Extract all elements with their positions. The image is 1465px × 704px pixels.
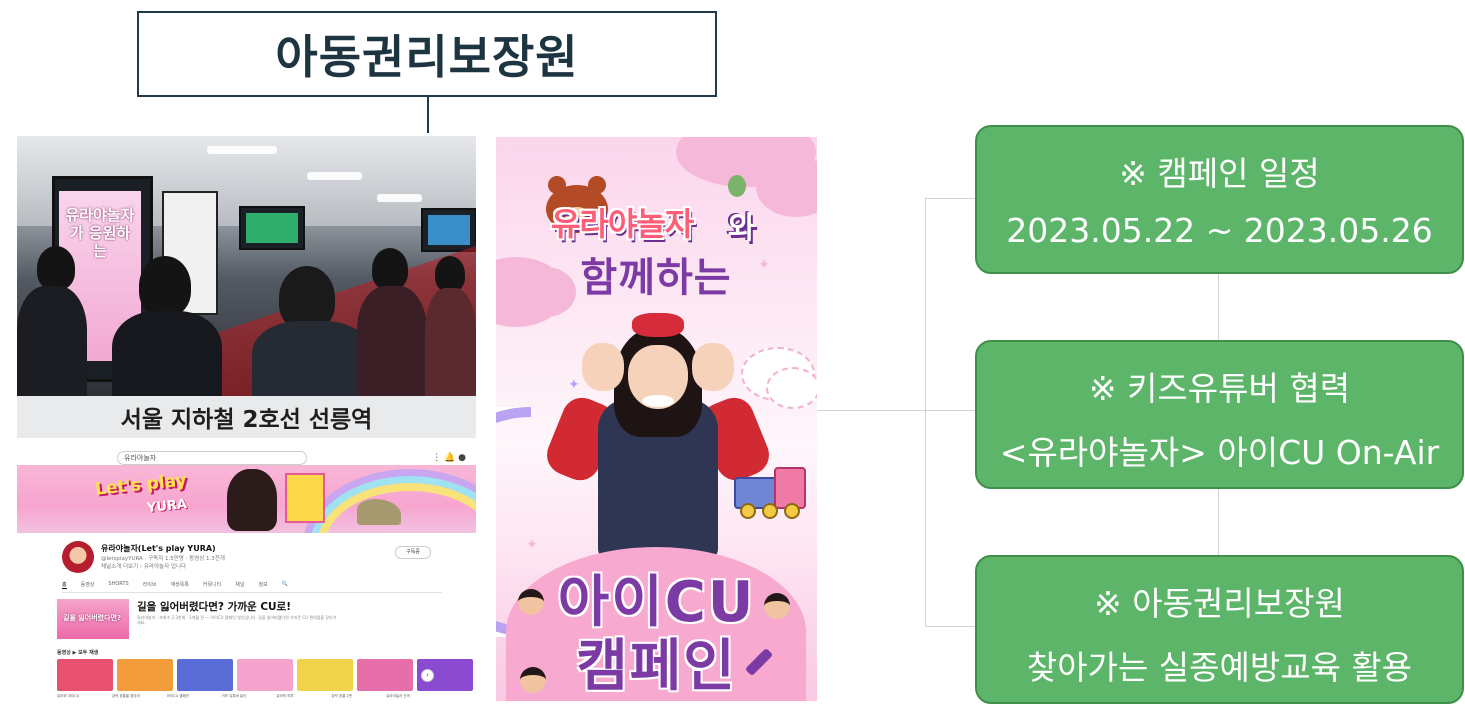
girl-hand xyxy=(692,343,734,391)
sparkle-icon: ✦ xyxy=(758,257,770,273)
tab-playlists[interactable]: 재생목록 xyxy=(170,581,188,589)
connector-line xyxy=(1218,274,1219,340)
info-screen xyxy=(239,206,305,250)
connector-line xyxy=(817,410,925,411)
photo-caption: 서울 지하철 2호선 선릉역 xyxy=(17,396,476,438)
ceiling-light xyxy=(207,146,277,154)
connector-line xyxy=(925,198,926,626)
schedule-heading: ※ 캠페인 일정 xyxy=(1119,154,1320,193)
tab-live[interactable]: 라이브 xyxy=(143,581,157,589)
person-head xyxy=(37,246,75,290)
video-captions-row: 유라와 아이CU 강력 공룡을 찾아라 아이CU 캠페인 키즈 유튜버 놀이 유라의 하… xyxy=(57,694,437,699)
avatar[interactable] xyxy=(62,541,94,573)
girl-hand xyxy=(582,343,624,391)
balloon-graphic xyxy=(728,175,746,197)
person-body xyxy=(17,286,87,396)
poster-logo: 유라야놀자 xyxy=(551,205,694,243)
education-detail: 찾아가는 실종예방교육 활용 xyxy=(1026,648,1413,687)
thumbnail-text: 길을 잃어버렸다면? xyxy=(63,614,122,622)
search-input[interactable]: 유라야놀자 xyxy=(117,451,307,465)
video-thumbnail[interactable] xyxy=(57,659,113,691)
book-graphic xyxy=(285,473,325,523)
video-title[interactable]: 강력 공룡 2편 xyxy=(331,694,382,699)
collaboration-heading: ※ 키즈유튜버 협력 xyxy=(1088,369,1351,408)
video-thumbnail[interactable] xyxy=(177,659,233,691)
title-box: 아동권리보장원 xyxy=(137,11,717,97)
education-heading: ※ 아동권리보장원 xyxy=(1094,584,1345,623)
person-body xyxy=(252,321,372,396)
videos-section-label[interactable]: 동영상 ▶ 모두 재생 xyxy=(57,649,98,656)
banner-title: Let's play xyxy=(94,470,188,500)
kid-face-graphic xyxy=(518,589,544,615)
connector-line xyxy=(1218,489,1219,555)
person-head xyxy=(139,256,191,316)
collaboration-box: ※ 키즈유튜버 협력 <유라야놀자> 아이CU On-Air xyxy=(975,340,1464,489)
person-body xyxy=(357,286,427,396)
featured-video-title[interactable]: 길을 잃어버렸다면? 가까운 CU로! xyxy=(137,599,291,614)
photo-caption-text: 서울 지하철 2호선 선릉역 xyxy=(120,407,373,433)
tab-shorts[interactable]: SHORTS xyxy=(108,581,128,589)
video-thumbnail[interactable] xyxy=(117,659,173,691)
page-title: 아동권리보장원 xyxy=(275,30,579,84)
channel-tabs: 홈 동영상 SHORTS 라이브 재생목록 커뮤니티 채널 정보 🔍 xyxy=(62,581,442,593)
video-title[interactable]: 유라야놀자 신곡 xyxy=(386,694,437,699)
poster-subtitle: 함께하는 xyxy=(580,255,732,301)
ad-poster-text: 유라야놀자가 응원하는 xyxy=(65,206,135,260)
banner-subtitle: YURA xyxy=(146,496,188,517)
tab-about[interactable]: 정보 xyxy=(258,581,267,589)
search-icon[interactable]: 🔍 xyxy=(282,581,288,589)
connector-line xyxy=(925,410,975,411)
video-title[interactable]: 강력 공룡을 찾아라 xyxy=(112,694,163,699)
video-thumbnail[interactable] xyxy=(297,659,353,691)
video-title[interactable]: 유라와 아이CU xyxy=(57,694,108,699)
tab-community[interactable]: 커뮤니티 xyxy=(203,581,221,589)
youtube-channel-screenshot: 유라야놀자 ⋮ 🔔 ● Let's play YURA 유라야놀자(Let's … xyxy=(17,447,476,701)
tab-videos[interactable]: 동영상 xyxy=(81,581,95,589)
schedule-box: ※ 캠페인 일정 2023.05.22 ~ 2023.05.26 xyxy=(975,125,1464,274)
girl-collar xyxy=(642,395,674,407)
featured-video-description: 유라야놀자 · 조회수 2.3천회 · 1개월 전 — 아이CU 캠페인 영상입… xyxy=(137,615,337,625)
kid-face-graphic xyxy=(520,667,546,693)
video-title[interactable]: 유라의 하루 xyxy=(276,694,327,699)
cloud-graphic xyxy=(766,367,817,409)
channel-description[interactable]: 채널소개 더보기 › 유라야놀자 입니다 xyxy=(101,562,186,570)
education-box: ※ 아동권리보장원 찾아가는 실종예방교육 활용 xyxy=(975,555,1464,704)
kid-face-graphic xyxy=(764,593,790,619)
video-title[interactable]: 아이CU 캠페인 xyxy=(167,694,218,699)
tab-home[interactable]: 홈 xyxy=(62,581,67,589)
subscribe-button[interactable]: 구독중 xyxy=(395,546,431,559)
video-thumbnail[interactable] xyxy=(237,659,293,691)
channel-name: 유라야놀자(Let's play YURA) xyxy=(101,544,216,553)
video-title[interactable]: 키즈 유튜버 놀이 xyxy=(222,694,273,699)
collaboration-detail: <유라야놀자> 아이CU On-Air xyxy=(999,433,1440,472)
sparkle-icon: ✦ xyxy=(568,377,580,393)
schedule-dates: 2023.05.22 ~ 2023.05.26 xyxy=(1006,211,1433,250)
campaign-poster: 유라야놀자 와 함께하는 아이CU 캠페인 ✦ ✦ ✦ xyxy=(496,137,817,701)
tab-channels[interactable]: 채널 xyxy=(235,581,244,589)
channel-meta: @letsplayYURA · 구독자 1.5만명 · 동영상 1.3천개 xyxy=(101,556,225,562)
chevron-right-icon[interactable]: › xyxy=(421,669,434,682)
title-connector xyxy=(427,97,429,133)
youtuber-figure xyxy=(227,469,277,531)
featured-video-thumbnail[interactable]: 길을 잃어버렸다면? xyxy=(57,599,129,639)
toy-train-graphic xyxy=(734,467,806,519)
video-thumbnail[interactable] xyxy=(357,659,413,691)
ceiling-light xyxy=(377,194,422,202)
video-row xyxy=(57,659,473,691)
channel-banner: Let's play YURA xyxy=(17,465,476,533)
poster-headline-2: 캠페인 xyxy=(576,634,737,699)
person-body xyxy=(425,288,476,396)
connector-line xyxy=(925,198,975,199)
person-head xyxy=(435,256,465,292)
poster-logo-suffix: 와 xyxy=(728,211,756,246)
girl-bow xyxy=(632,313,684,337)
person-head xyxy=(372,248,408,290)
person-body xyxy=(112,311,222,396)
subway-photo: 유라야놀자가 응원하는 xyxy=(17,136,476,396)
connector-line xyxy=(925,626,975,627)
info-screen xyxy=(421,208,476,252)
header-icons: ⋮ 🔔 ● xyxy=(432,453,466,463)
ceiling-light xyxy=(307,172,362,180)
sparkle-icon: ✦ xyxy=(526,537,538,553)
